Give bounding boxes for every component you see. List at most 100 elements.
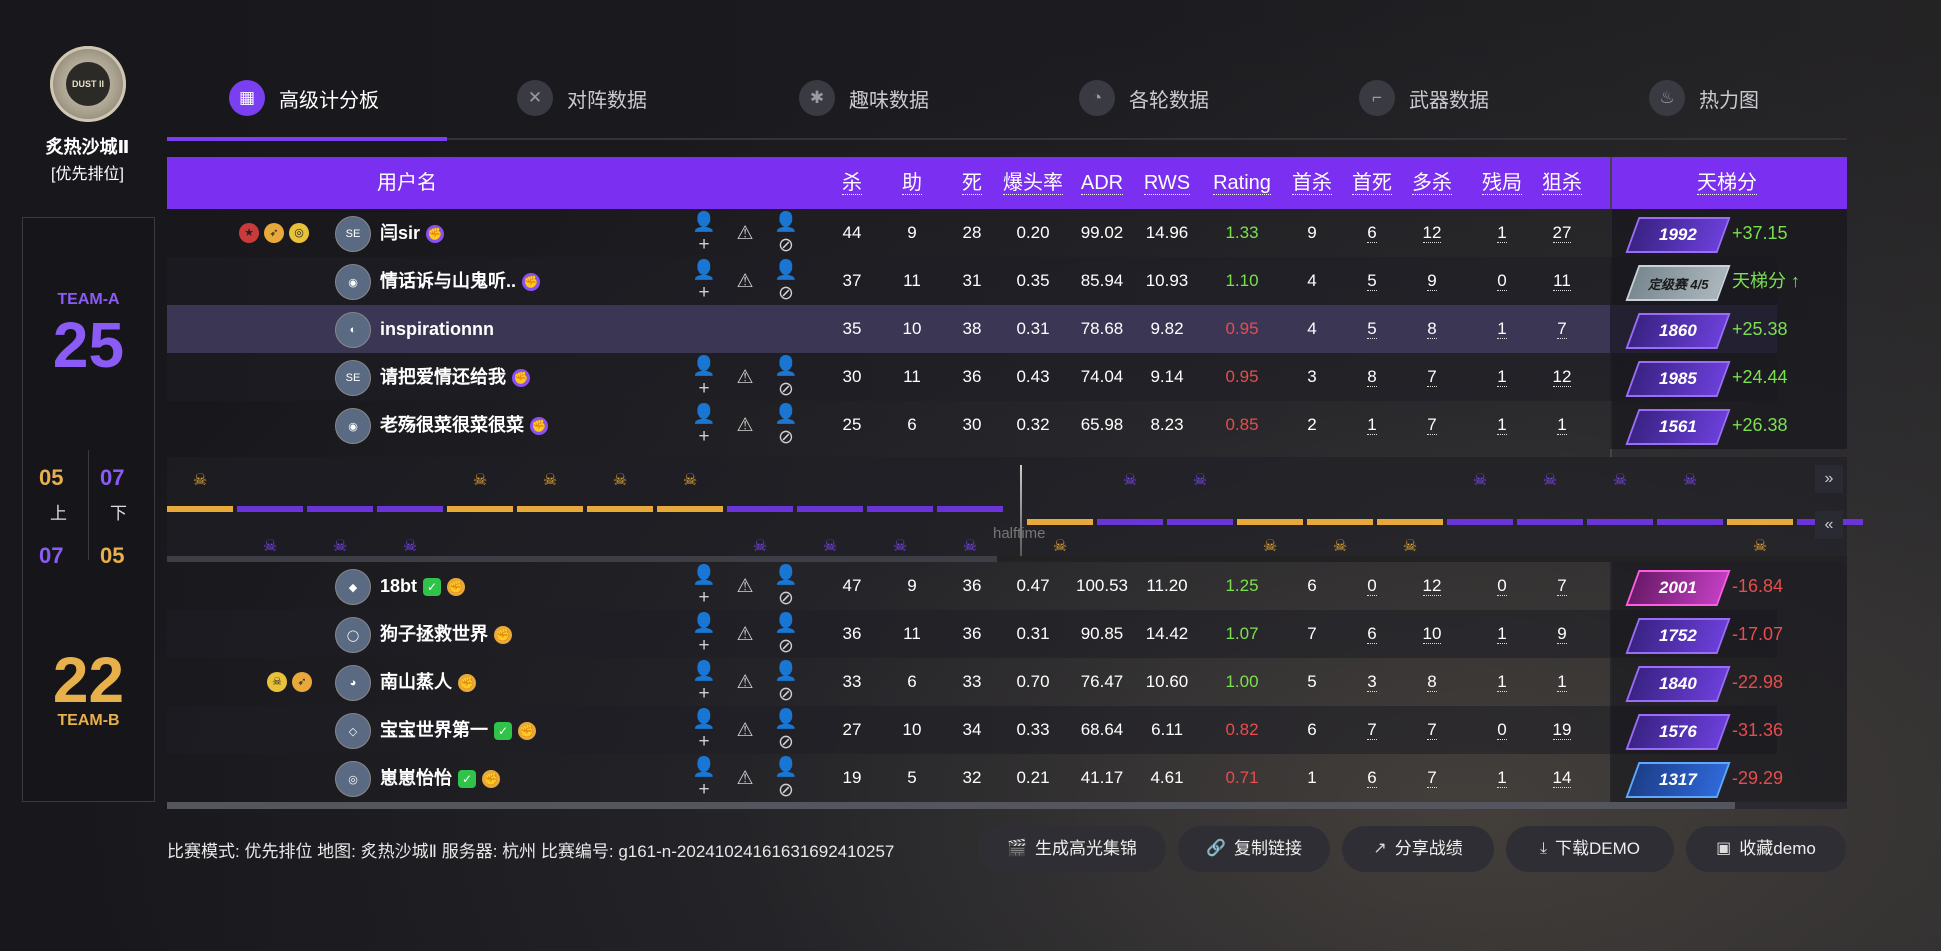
- stat-multi[interactable]: 8: [1407, 658, 1457, 706]
- ladder-rank-badge[interactable]: 1992: [1625, 217, 1731, 253]
- stat-fd[interactable]: 7: [1347, 706, 1397, 754]
- round-result-bar[interactable]: [377, 506, 443, 512]
- stat-sniper[interactable]: 11: [1537, 257, 1587, 305]
- report-icon[interactable]: ⚠: [733, 719, 757, 742]
- stat-multi[interactable]: 7: [1407, 401, 1457, 449]
- player-name[interactable]: 狗子拯救世界 ✊: [380, 610, 512, 658]
- stat-sniper[interactable]: 27: [1537, 209, 1587, 257]
- col-headshot[interactable]: 爆头率: [997, 157, 1069, 209]
- timeline-prev-icon[interactable]: «: [1815, 511, 1843, 539]
- tab-versus-data[interactable]: ✕ 对阵数据: [517, 74, 647, 122]
- avatar[interactable]: SE: [335, 360, 371, 396]
- avatar[interactable]: SE: [335, 216, 371, 252]
- block-user-icon[interactable]: 👤⊘: [774, 659, 798, 706]
- stat-clutch[interactable]: 1: [1477, 305, 1527, 353]
- player-name[interactable]: 请把爱情还给我 ✊: [380, 353, 530, 401]
- col-deaths[interactable]: 死: [947, 157, 997, 209]
- streak-medal-icon[interactable]: ➶: [292, 672, 312, 692]
- stat-multi[interactable]: 10: [1407, 610, 1457, 658]
- ladder-rank-badge[interactable]: 2001: [1625, 570, 1731, 606]
- col-ladder[interactable]: 天梯分: [1667, 157, 1787, 209]
- round-result-bar[interactable]: [867, 506, 933, 512]
- stat-clutch[interactable]: 1: [1477, 209, 1527, 257]
- ladder-rank-badge[interactable]: 1985: [1625, 361, 1731, 397]
- col-first-death[interactable]: 首死: [1347, 157, 1397, 209]
- stat-clutch[interactable]: 0: [1477, 562, 1527, 610]
- report-icon[interactable]: ⚠: [733, 414, 757, 437]
- stat-sniper[interactable]: 1: [1537, 401, 1587, 449]
- tab-round-data[interactable]: ◔ 各轮数据: [1079, 74, 1209, 122]
- stat-fd[interactable]: 0: [1347, 562, 1397, 610]
- avatar[interactable]: ◕: [335, 665, 371, 701]
- stat-sniper[interactable]: 19: [1537, 706, 1587, 754]
- round-result-bar[interactable]: [937, 506, 1003, 512]
- report-icon[interactable]: ⚠: [733, 575, 757, 598]
- block-user-icon[interactable]: 👤⊘: [774, 611, 798, 658]
- ladder-rank-badge[interactable]: 1561: [1625, 409, 1731, 445]
- round-result-bar[interactable]: [1657, 519, 1723, 525]
- add-friend-icon[interactable]: 👤+: [692, 354, 716, 400]
- stat-fd[interactable]: 6: [1347, 754, 1397, 802]
- tab-weapon-data[interactable]: ⌐ 武器数据: [1359, 74, 1489, 122]
- stat-multi[interactable]: 12: [1407, 562, 1457, 610]
- round-result-bar[interactable]: [1307, 519, 1373, 525]
- table-scroll-thumb[interactable]: [167, 802, 1735, 809]
- stat-sniper[interactable]: 14: [1537, 754, 1587, 802]
- ladder-rank-badge[interactable]: 定级赛 4/5: [1625, 265, 1731, 301]
- round-result-bar[interactable]: [1167, 519, 1233, 525]
- col-rws[interactable]: RWS: [1137, 157, 1197, 209]
- stat-clutch[interactable]: 0: [1477, 257, 1527, 305]
- report-icon[interactable]: ⚠: [733, 623, 757, 646]
- copy-link-button[interactable]: 🔗 复制链接: [1178, 826, 1330, 872]
- stat-clutch[interactable]: 1: [1477, 658, 1527, 706]
- stat-sniper[interactable]: 1: [1537, 658, 1587, 706]
- block-user-icon[interactable]: 👤⊘: [774, 755, 798, 802]
- round-result-bar[interactable]: [1587, 519, 1653, 525]
- stat-sniper[interactable]: 7: [1537, 562, 1587, 610]
- col-clutch[interactable]: 残局: [1477, 157, 1527, 209]
- player-name[interactable]: 闫sir ✊: [380, 209, 445, 257]
- round-result-bar[interactable]: [657, 506, 723, 512]
- col-first-kill[interactable]: 首杀: [1287, 157, 1337, 209]
- round-result-bar[interactable]: [447, 506, 513, 512]
- stat-clutch[interactable]: 1: [1477, 754, 1527, 802]
- player-name[interactable]: inspirationnn: [380, 305, 494, 353]
- block-user-icon[interactable]: 👤⊘: [774, 563, 798, 610]
- col-kills[interactable]: 杀: [827, 157, 877, 209]
- download-demo-button[interactable]: ⤓ 下载DEMO: [1506, 826, 1674, 872]
- stat-fd[interactable]: 6: [1347, 209, 1397, 257]
- round-result-bar[interactable]: [1237, 519, 1303, 525]
- stat-fd[interactable]: 1: [1347, 401, 1397, 449]
- round-result-bar[interactable]: [587, 506, 653, 512]
- add-friend-icon[interactable]: 👤+: [692, 258, 716, 304]
- stat-multi[interactable]: 9: [1407, 257, 1457, 305]
- round-result-bar[interactable]: [167, 506, 233, 512]
- streak-medal-icon[interactable]: ➶: [264, 223, 284, 243]
- stat-multi[interactable]: 7: [1407, 706, 1457, 754]
- player-name[interactable]: 老殇很菜很菜很菜 ✊: [380, 401, 548, 449]
- ladder-rank-badge[interactable]: 1860: [1625, 313, 1731, 349]
- report-icon[interactable]: ⚠: [733, 222, 757, 245]
- add-friend-icon[interactable]: 👤+: [692, 659, 716, 705]
- report-icon[interactable]: ⚠: [733, 767, 757, 790]
- ladder-rank-badge[interactable]: 1576: [1625, 714, 1731, 750]
- avatar[interactable]: ◉: [335, 408, 371, 444]
- stat-sniper[interactable]: 9: [1537, 610, 1587, 658]
- player-name[interactable]: 崽崽怡怡 ✓ ✊: [380, 754, 500, 802]
- stat-clutch[interactable]: 1: [1477, 401, 1527, 449]
- stat-clutch[interactable]: 1: [1477, 353, 1527, 401]
- add-friend-icon[interactable]: 👤+: [692, 402, 716, 448]
- block-user-icon[interactable]: 👤⊘: [774, 354, 798, 401]
- star-medal-icon[interactable]: ★: [239, 223, 259, 243]
- round-result-bar[interactable]: [1097, 519, 1163, 525]
- player-name[interactable]: 情话诉与山鬼听.. ✊: [380, 257, 541, 305]
- col-sniper[interactable]: 狙杀: [1537, 157, 1587, 209]
- round-result-bar[interactable]: [1447, 519, 1513, 525]
- add-friend-icon[interactable]: 👤+: [692, 210, 716, 256]
- stat-multi[interactable]: 8: [1407, 305, 1457, 353]
- stat-sniper[interactable]: 12: [1537, 353, 1587, 401]
- round-result-bar[interactable]: [1377, 519, 1443, 525]
- bookmark-demo-button[interactable]: ▣ 收藏demo: [1686, 826, 1846, 872]
- player-name[interactable]: 南山蒸人 ✊: [380, 658, 476, 706]
- block-user-icon[interactable]: 👤⊘: [774, 707, 798, 754]
